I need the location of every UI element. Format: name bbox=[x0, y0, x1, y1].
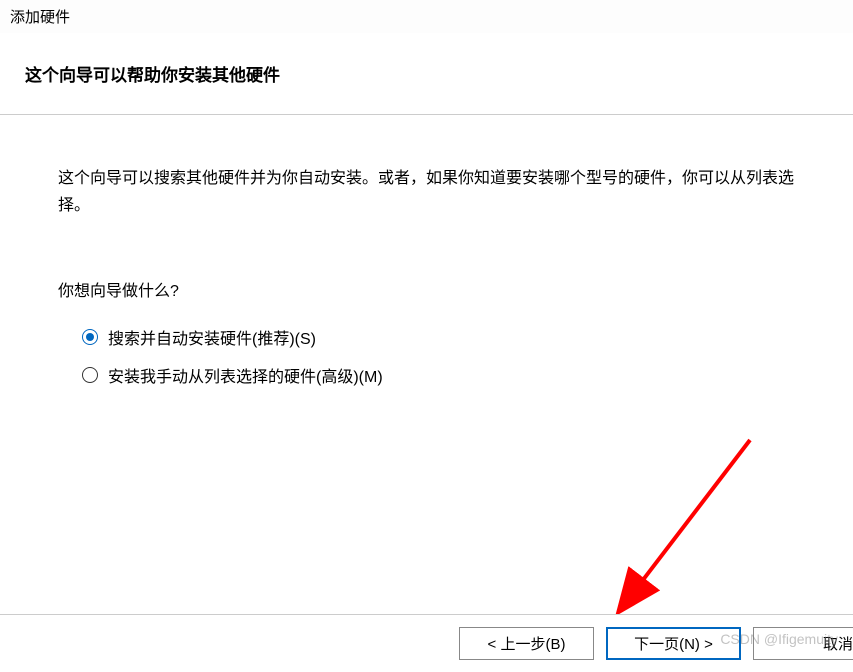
wizard-button-bar: < 上一步(B) 下一页(N) > 取消 bbox=[0, 614, 853, 672]
arrow-annotation-icon bbox=[550, 430, 770, 640]
radio-icon bbox=[82, 329, 98, 345]
radio-label: 搜索并自动安装硬件(推荐)(S) bbox=[108, 325, 316, 349]
radio-group: 搜索并自动安装硬件(推荐)(S) 安装我手动从列表选择的硬件(高级)(M) bbox=[58, 325, 803, 387]
window-title: 添加硬件 bbox=[0, 0, 853, 33]
wizard-description: 这个向导可以搜索其他硬件并为你自动安装。或者，如果你知道要安装哪个型号的硬件，你… bbox=[58, 165, 803, 219]
wizard-header-title: 这个向导可以帮助你安装其他硬件 bbox=[25, 61, 853, 86]
radio-option-search-auto[interactable]: 搜索并自动安装硬件(推荐)(S) bbox=[82, 325, 803, 349]
radio-icon bbox=[82, 367, 98, 383]
wizard-content: 这个向导可以搜索其他硬件并为你自动安装。或者，如果你知道要安装哪个型号的硬件，你… bbox=[0, 115, 853, 387]
back-button[interactable]: < 上一步(B) bbox=[459, 627, 594, 660]
radio-option-manual-list[interactable]: 安装我手动从列表选择的硬件(高级)(M) bbox=[82, 363, 803, 387]
radio-label: 安装我手动从列表选择的硬件(高级)(M) bbox=[108, 363, 383, 387]
next-button[interactable]: 下一页(N) > bbox=[606, 627, 741, 660]
wizard-question: 你想向导做什么? bbox=[58, 277, 803, 301]
wizard-header: 这个向导可以帮助你安装其他硬件 bbox=[0, 33, 853, 115]
cancel-button[interactable]: 取消 bbox=[753, 627, 853, 660]
